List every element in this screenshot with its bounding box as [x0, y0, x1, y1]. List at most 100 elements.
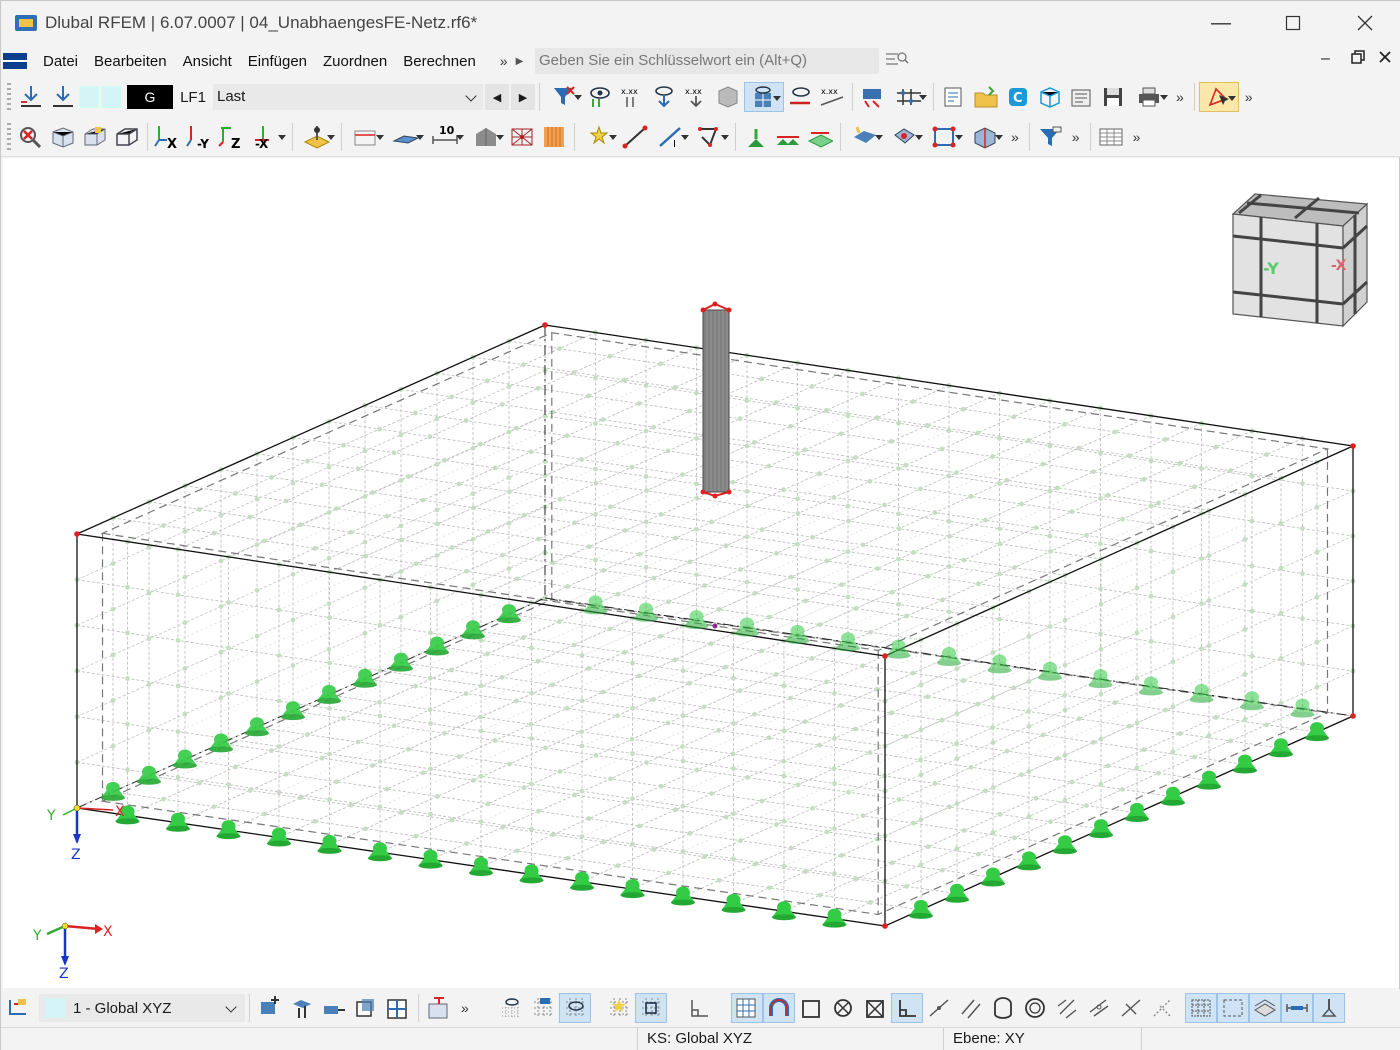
nodal-support-icon[interactable]: [740, 122, 772, 152]
view-wire-icon[interactable]: [111, 122, 143, 152]
member-icon[interactable]: I: [651, 122, 691, 152]
snap-intersection-icon[interactable]: [859, 993, 891, 1023]
mesh-settings-icon[interactable]: [889, 82, 929, 112]
selection-box-icon[interactable]: [1216, 993, 1249, 1023]
surface-fill-icon[interactable]: [538, 122, 570, 152]
project-flag-icon[interactable]: [3, 53, 27, 69]
surface-icon[interactable]: [845, 122, 885, 152]
layer-icon[interactable]: [1248, 993, 1281, 1023]
snap-grid-toggle-icon[interactable]: [527, 993, 559, 1023]
maximize-icon[interactable]: [1257, 1, 1329, 45]
navigation-cube[interactable]: -Y -X: [1227, 192, 1375, 332]
snap-proximity-icon[interactable]: [1083, 993, 1115, 1023]
guide-object-icon[interactable]: [466, 122, 506, 152]
rfem-app-icon[interactable]: [15, 13, 39, 33]
coordinate-system-select[interactable]: 1 - Global XYZ: [39, 994, 245, 1022]
menu-bearbeiten[interactable]: Bearbeiten: [86, 53, 175, 70]
bottom-overflow-icon[interactable]: »: [455, 1000, 475, 1016]
model-viewport[interactable]: X Y Z X Y Z -Y -X: [3, 158, 1399, 988]
report-icon[interactable]: [1066, 82, 1098, 112]
section-icon[interactable]: [346, 122, 386, 152]
model-scene[interactable]: X Y Z X Y Z: [3, 158, 1399, 988]
display-mode-icon[interactable]: [744, 82, 784, 112]
snap-grid-icon[interactable]: [254, 993, 286, 1023]
save-print-icon[interactable]: [1098, 82, 1130, 112]
menu-overflow-button[interactable]: »: [500, 53, 508, 69]
snap-arc-icon[interactable]: [762, 993, 795, 1023]
support-toggle-icon[interactable]: [1312, 993, 1345, 1023]
close-icon[interactable]: [1329, 1, 1400, 45]
load-export-icon[interactable]: [47, 82, 79, 112]
load-import-icon[interactable]: [15, 82, 47, 112]
view-x-icon[interactable]: X: [152, 122, 184, 152]
menu-berechnen[interactable]: Berechnen: [395, 53, 484, 70]
object-snap-icon[interactable]: [558, 993, 591, 1023]
solid-icon[interactable]: [885, 122, 925, 152]
intersection-icon[interactable]: [965, 122, 1005, 152]
surface-support-icon[interactable]: [804, 122, 836, 152]
toolbar-overflow-icon-3[interactable]: »: [1005, 129, 1025, 145]
clipping-plane-icon[interactable]: [386, 122, 426, 152]
show-values-icon[interactable]: x.xx: [616, 82, 648, 112]
filter-icon[interactable]: [544, 82, 584, 112]
menu-ansicht[interactable]: Ansicht: [175, 53, 240, 70]
snap-apparent-icon[interactable]: [1115, 993, 1147, 1023]
toolbar-overflow-icon-2[interactable]: »: [1239, 89, 1259, 105]
mdi-minimize-icon[interactable]: –: [1321, 50, 1330, 68]
snap-perpendicular-icon[interactable]: [890, 993, 923, 1023]
table-icon[interactable]: [1095, 122, 1127, 152]
ortho-mode-icon[interactable]: [683, 993, 715, 1023]
snap-surface-icon[interactable]: [350, 993, 382, 1023]
polyline-icon[interactable]: [691, 122, 731, 152]
coordinate-system-icon[interactable]: [1, 993, 33, 1023]
snap-cloud-icon[interactable]: [1147, 993, 1179, 1023]
toolbar-grip[interactable]: [7, 83, 11, 111]
line-support-icon[interactable]: [772, 122, 804, 152]
snap-solid-icon[interactable]: [382, 993, 414, 1023]
toolbar-overflow-icon-4[interactable]: »: [1066, 129, 1086, 145]
print-icon[interactable]: [1130, 82, 1170, 112]
model-3d-icon[interactable]: [1034, 82, 1066, 112]
snap-circle-icon[interactable]: [1019, 993, 1051, 1023]
dimension-icon[interactable]: 10: [426, 122, 466, 152]
toolbar-overflow-icon-5[interactable]: »: [1127, 129, 1147, 145]
snap-node-icon[interactable]: [730, 993, 763, 1023]
view-minus-y-icon[interactable]: -Y: [184, 122, 216, 152]
line-icon[interactable]: [619, 122, 651, 152]
show-grid-points-icon[interactable]: [495, 993, 527, 1023]
snap-tangent-icon[interactable]: [923, 993, 955, 1023]
toolbar-grip-2[interactable]: [7, 122, 11, 151]
snap-rectangle-icon[interactable]: [795, 993, 827, 1023]
render-icon[interactable]: [712, 82, 744, 112]
menu-datei[interactable]: Datei: [35, 53, 86, 70]
snap-quadrant-icon[interactable]: [987, 993, 1019, 1023]
previous-loadcase-button[interactable]: ◀: [485, 84, 509, 110]
search-options-icon[interactable]: [885, 51, 909, 72]
next-loadcase-button[interactable]: ▶: [511, 84, 535, 110]
grid-display-icon[interactable]: [1184, 993, 1217, 1023]
display-properties-icon[interactable]: [423, 993, 455, 1023]
node-icon[interactable]: [579, 122, 619, 152]
opening-icon[interactable]: [925, 122, 965, 152]
open-folder-icon[interactable]: [970, 82, 1002, 112]
select-tool-icon[interactable]: [1198, 82, 1239, 112]
toolbar-overflow-icon[interactable]: »: [1170, 89, 1190, 105]
mdi-close-icon[interactable]: [1379, 50, 1391, 68]
load-view-icon[interactable]: [648, 82, 680, 112]
mdi-restore-icon[interactable]: [1351, 50, 1365, 69]
snap-extension-icon[interactable]: [1051, 993, 1083, 1023]
result-view-icon[interactable]: [784, 82, 816, 112]
snap-endpoint-icon[interactable]: [603, 993, 635, 1023]
result-values-icon[interactable]: x.xx: [816, 82, 848, 112]
load-values-icon[interactable]: x.xx: [680, 82, 712, 112]
loadcase-select[interactable]: Last: [213, 84, 483, 110]
search-input[interactable]: Geben Sie ein Schlüsselwort ein (Alt+Q): [535, 48, 879, 74]
view-z-icon[interactable]: Z: [216, 122, 248, 152]
snap-line-icon[interactable]: [318, 993, 350, 1023]
menu-zuordnen[interactable]: Zuordnen: [315, 53, 395, 70]
snap-midpoint-icon[interactable]: [634, 993, 667, 1023]
snap-parallel-icon[interactable]: [955, 993, 987, 1023]
project-navigator-icon[interactable]: [938, 82, 970, 112]
visibility-icon[interactable]: [584, 82, 616, 112]
view-iso-icon[interactable]: [79, 122, 111, 152]
